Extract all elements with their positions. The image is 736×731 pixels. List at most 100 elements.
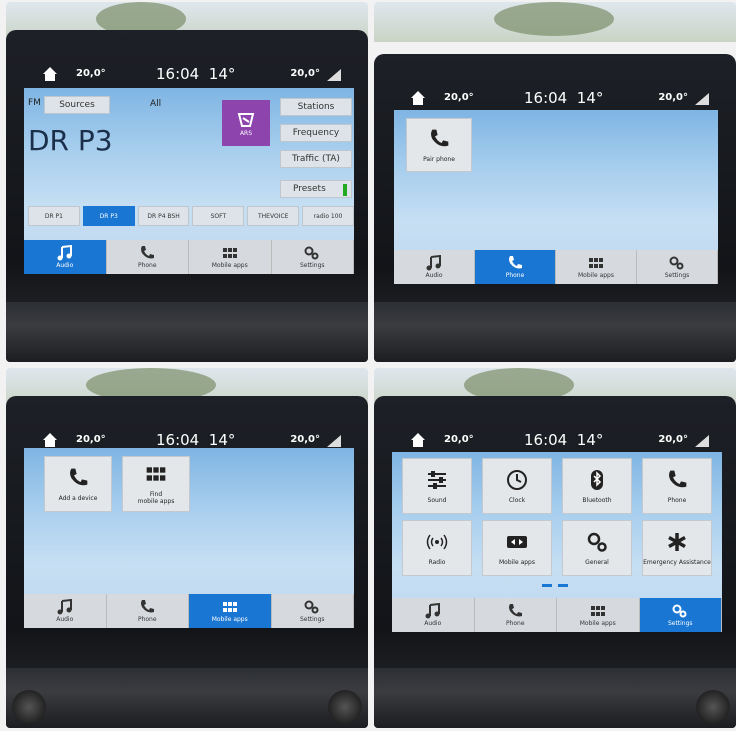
nav-audio[interactable]: Audio — [24, 594, 107, 628]
radio-antenna-icon — [426, 534, 448, 550]
nav-phone[interactable]: Phone — [475, 250, 556, 284]
gears-icon — [672, 604, 687, 618]
page-dot — [558, 584, 568, 587]
tile-sound[interactable]: Sound — [402, 458, 472, 514]
nav-mobile-apps[interactable]: Mobile apps — [189, 240, 272, 274]
pair-phone-tile[interactable]: Pair phone — [406, 118, 472, 172]
apps-grid-icon — [222, 248, 237, 258]
sources-button[interactable]: Sources — [44, 96, 110, 114]
phone-icon — [669, 470, 687, 487]
station-name: DR P3 — [28, 124, 113, 157]
dashboard — [374, 302, 736, 362]
signal-icon — [694, 433, 710, 447]
preset-6[interactable]: radio 100 — [302, 206, 354, 226]
apps-grid-icon — [590, 606, 605, 616]
photo-settings: 20,0° 16:04 14° 20,0° Sound Clock Blueto… — [374, 368, 736, 728]
nav-mobile-apps[interactable]: Mobile apps — [556, 250, 637, 284]
nav-settings[interactable]: Settings — [637, 250, 718, 284]
preset-4[interactable]: SOFT — [192, 206, 245, 226]
home-icon[interactable] — [410, 90, 426, 106]
phone-icon — [141, 600, 155, 613]
all-label: All — [150, 99, 162, 109]
gears-icon — [587, 532, 607, 552]
nav-settings[interactable]: Settings — [639, 598, 722, 632]
tile-clock[interactable]: Clock — [482, 458, 552, 514]
traffic-button[interactable]: Traffic (TA) — [280, 150, 352, 168]
temp-right: 20,0° — [290, 434, 320, 445]
nav-audio[interactable]: Audio — [392, 598, 475, 632]
presets-menu-icon — [343, 184, 347, 196]
nav-phone[interactable]: Phone — [107, 240, 189, 274]
tile-emergency-assistance[interactable]: Emergency Assistance — [642, 520, 712, 576]
home-icon[interactable] — [410, 432, 426, 448]
stations-button[interactable]: Stations — [280, 98, 352, 116]
photo-grid: 20,0° 16:04 14° 20,0° FM Sources All DR … — [0, 0, 736, 731]
phone-icon — [431, 129, 449, 146]
mobile-apps-icon — [507, 535, 527, 548]
presets-button[interactable]: Presets — [280, 180, 352, 198]
find-apps-tile[interactable]: Find mobile apps — [122, 456, 190, 512]
status-bar: 20,0° 16:04 14° 20,0° — [404, 430, 716, 452]
photo-radio: 20,0° 16:04 14° 20,0° FM Sources All DR … — [6, 2, 368, 362]
tile-general[interactable]: General — [562, 520, 632, 576]
home-icon[interactable] — [42, 66, 58, 82]
add-device-tile[interactable]: Add a device — [44, 456, 112, 512]
tree — [494, 2, 614, 36]
clock: 16:04 14° — [156, 65, 236, 83]
page-dot — [542, 584, 552, 587]
photo-mobile-apps: 20,0° 16:04 14° 20,0° Add a device Find m… — [6, 368, 368, 728]
phone-icon — [141, 246, 155, 259]
preset-2[interactable]: DR P3 — [82, 206, 135, 226]
preset-1[interactable]: DR P1 — [28, 206, 80, 226]
nav-settings[interactable]: Settings — [272, 240, 354, 274]
tile-phone[interactable]: Phone — [642, 458, 712, 514]
knob — [328, 690, 362, 724]
sliders-icon — [428, 470, 446, 489]
preset-row: DR P1 DR P3 DR P4 BSH SOFT THEVOICE radi… — [28, 206, 354, 226]
temp-left: 20,0° — [76, 434, 106, 445]
gears-icon — [304, 600, 319, 614]
preset-5[interactable]: THEVOICE — [247, 206, 300, 226]
nav-phone[interactable]: Phone — [107, 594, 189, 628]
band-label: FM — [28, 98, 41, 108]
temp-right: 20,0° — [658, 92, 688, 103]
bluetooth-icon — [591, 469, 603, 490]
signal-icon — [326, 433, 342, 447]
tile-mobile-apps[interactable]: Mobile apps — [482, 520, 552, 576]
logo-icon — [237, 112, 255, 127]
page-indicator — [542, 584, 568, 587]
nav-mobile-apps[interactable]: Mobile apps — [557, 598, 640, 632]
music-note-icon — [426, 255, 441, 271]
gears-icon — [304, 246, 319, 260]
nav-audio[interactable]: Audio — [24, 240, 107, 274]
nav-settings[interactable]: Settings — [272, 594, 354, 628]
nav-phone[interactable]: Phone — [475, 598, 557, 632]
clock: 16:04 14° — [524, 89, 604, 107]
nav-mobile-apps[interactable]: Mobile apps — [189, 594, 272, 628]
knob — [12, 690, 46, 724]
nav-audio[interactable]: Audio — [394, 250, 475, 284]
dashboard — [6, 302, 368, 362]
settings-screen: Sound Clock Bluetooth Phone Radio Mobile… — [392, 452, 722, 632]
temp-right: 20,0° — [290, 68, 320, 79]
gears-icon — [669, 256, 684, 270]
nav-bar: Audio Phone Mobile apps Settings — [392, 598, 722, 632]
nav-bar: Audio Phone Mobile apps Settings — [24, 594, 354, 628]
station-logo: ARS — [222, 100, 270, 146]
phone-icon — [509, 604, 523, 617]
knob — [696, 690, 730, 724]
preset-3[interactable]: DR P4 BSH — [137, 206, 190, 226]
dashboard — [6, 668, 368, 728]
tile-radio[interactable]: Radio — [402, 520, 472, 576]
asterisk-icon — [668, 532, 686, 551]
music-note-icon — [57, 245, 72, 261]
photo-phone: 20,0° 16:04 14° 20,0° Pair phone Audio P… — [374, 2, 736, 362]
tile-bluetooth[interactable]: Bluetooth — [562, 458, 632, 514]
clock: 16:04 14° — [156, 431, 236, 449]
phone-icon — [70, 468, 88, 485]
frequency-button[interactable]: Frequency — [280, 124, 352, 142]
home-icon[interactable] — [42, 432, 58, 448]
temp-left: 20,0° — [444, 434, 474, 445]
radio-screen: FM Sources All DR P3 ARS Stations Freque… — [24, 88, 354, 274]
clock: 16:04 14° — [524, 431, 604, 449]
